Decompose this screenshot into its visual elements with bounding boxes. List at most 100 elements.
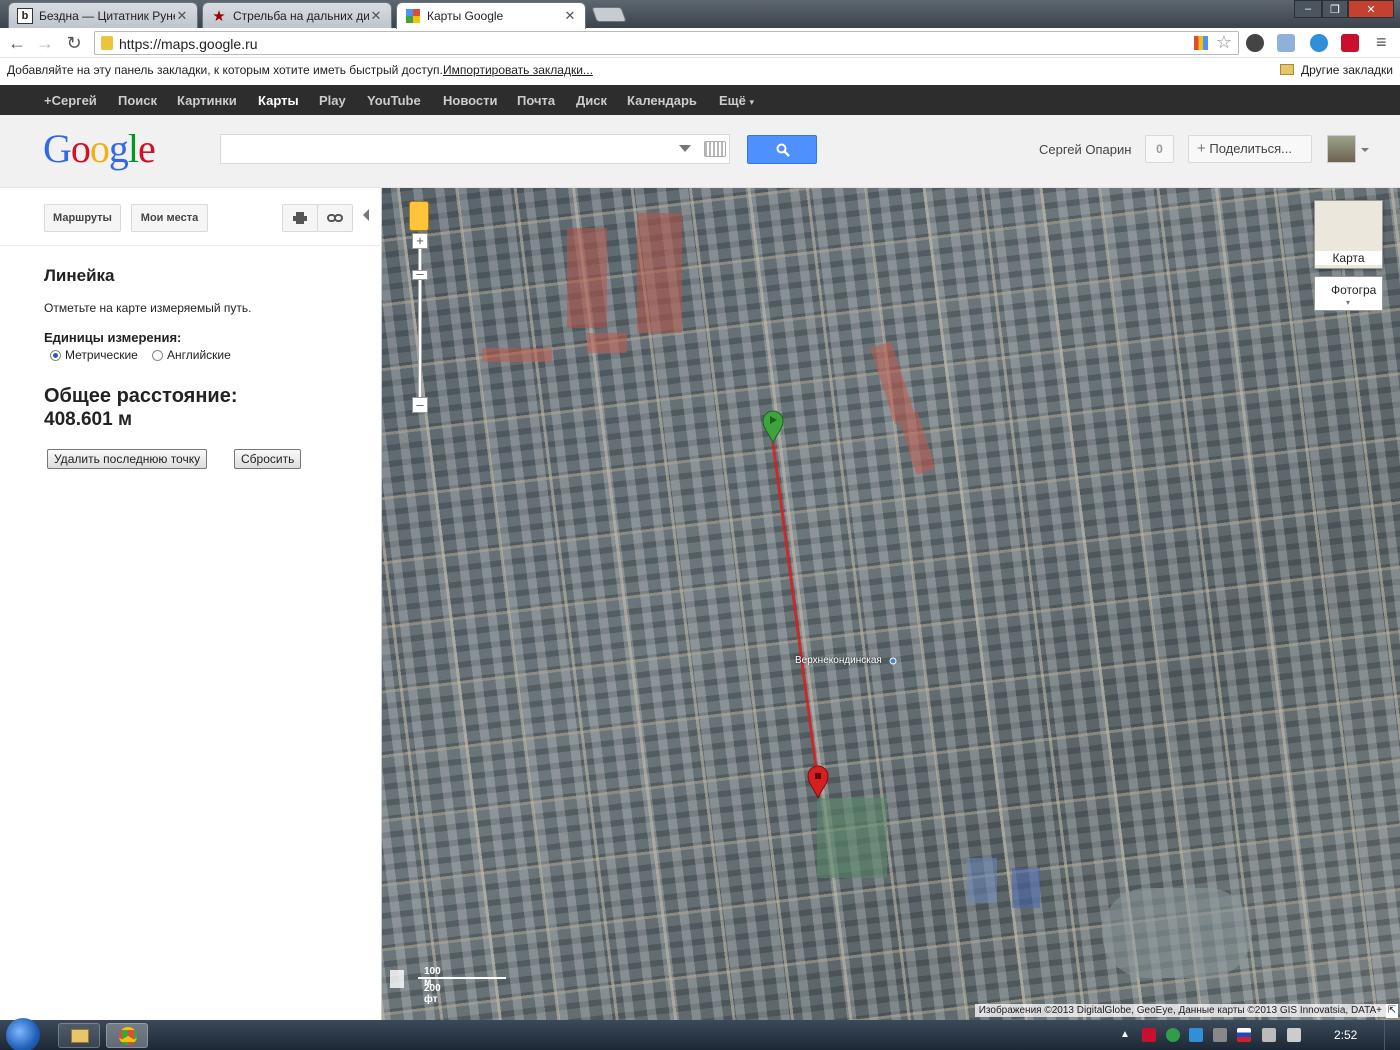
tray-network-icon[interactable]: [1213, 1028, 1227, 1042]
map-canvas[interactable]: + – – Карта Фотогра ▾ Верхнекондинская 10…: [382, 188, 1400, 1020]
history-extension-icon[interactable]: [1246, 34, 1264, 52]
scale-line-icon: [418, 977, 506, 979]
chevron-down-icon[interactable]: [1361, 148, 1369, 152]
calendar-extension-icon[interactable]: [1277, 34, 1295, 52]
address-bar[interactable]: https://maps.google.ru ☆: [94, 31, 1239, 55]
google-logo-small-icon: [390, 970, 404, 988]
import-bookmarks-link[interactable]: Импортировать закладки...: [443, 63, 593, 77]
window-close-icon[interactable]: ✕: [1348, 0, 1394, 18]
forward-icon[interactable]: →: [34, 32, 56, 54]
radio-unselected-icon: [152, 349, 163, 361]
reload-icon[interactable]: ↻: [63, 32, 85, 54]
map-type-map[interactable]: Карта: [1314, 200, 1383, 269]
routes-button[interactable]: Маршруты: [44, 204, 121, 232]
print-button[interactable]: [282, 204, 318, 232]
keyboard-icon[interactable]: [704, 141, 726, 157]
share-button[interactable]: + Поделиться...: [1188, 135, 1312, 163]
unit-metric-label: Метрические: [65, 348, 138, 362]
tab-bezdna[interactable]: b Бездна — Цитатник Руне ✕: [8, 2, 198, 28]
gbar-item-maps[interactable]: Карты: [258, 93, 299, 108]
start-marker-icon[interactable]: [762, 410, 784, 445]
close-tab-icon[interactable]: ✕: [369, 8, 383, 24]
search-input[interactable]: [220, 134, 730, 164]
unit-english-radio[interactable]: Английские: [152, 348, 231, 362]
gbar-item-plus[interactable]: +Сергей: [44, 93, 97, 108]
windows-taskbar: ▲ 2:52: [0, 1018, 1400, 1050]
gear-extension-icon[interactable]: [1310, 34, 1328, 52]
lastpass-extension-icon[interactable]: [1341, 34, 1359, 52]
pegman-icon[interactable]: [409, 201, 429, 231]
chrome-icon: [119, 1027, 137, 1045]
avatar[interactable]: [1327, 135, 1356, 163]
explorer-taskbar-button[interactable]: [58, 1023, 100, 1048]
unit-metric-radio[interactable]: Метрические: [50, 348, 138, 362]
chrome-taskbar-button[interactable]: [106, 1023, 148, 1048]
zoom-slider-handle[interactable]: –: [412, 267, 428, 280]
tray-lastpass-icon[interactable]: [1142, 1028, 1156, 1042]
google-logo[interactable]: Google: [43, 125, 156, 172]
gbar-item-search[interactable]: Поиск: [118, 93, 157, 108]
tray-whatsapp-icon[interactable]: [1166, 1028, 1180, 1042]
map-attribution: Изображения ©2013 DigitalGlobe, GeoEye, …: [974, 1004, 1386, 1017]
tray-expand-icon[interactable]: ▲: [1120, 1029, 1130, 1040]
page-info-icon[interactable]: [101, 36, 113, 50]
place-label[interactable]: Верхнекондинская: [795, 655, 882, 666]
tab-title: Бездна — Цитатник Руне: [39, 8, 175, 23]
tab-shooting[interactable]: ★ Стрельба на дальних дис ✕: [202, 2, 392, 28]
search-dropdown-icon[interactable]: [679, 145, 691, 152]
bookmark-star-icon[interactable]: ☆: [1216, 32, 1232, 53]
folder-icon: [71, 1029, 89, 1043]
new-tab-button[interactable]: [591, 7, 627, 22]
link-icon: [327, 214, 343, 222]
menu-wrench-icon[interactable]: ≡: [1376, 32, 1387, 53]
collapse-panel-icon[interactable]: [363, 209, 369, 221]
gbar-item-images[interactable]: Картинки: [177, 93, 237, 108]
gbar-item-mail[interactable]: Почта: [517, 93, 555, 108]
back-icon[interactable]: ←: [6, 32, 28, 54]
star-favicon-icon: ★: [212, 7, 226, 25]
chevron-down-icon: ▾: [1346, 298, 1351, 307]
search-icon: [776, 143, 790, 157]
gbar-item-calendar[interactable]: Календарь: [627, 93, 697, 108]
tray-volume-icon[interactable]: [1287, 1028, 1301, 1042]
my-places-button[interactable]: Мои места: [131, 204, 208, 232]
tab-google-maps[interactable]: Карты Google ✕: [396, 2, 586, 29]
delete-last-point-button[interactable]: Удалить последнюю точку: [47, 449, 208, 469]
start-button[interactable]: [6, 1018, 40, 1050]
gbar-item-youtube[interactable]: YouTube: [367, 93, 421, 108]
end-marker-icon[interactable]: [807, 765, 829, 800]
close-tab-icon[interactable]: ✕: [563, 8, 577, 24]
url-text: https://maps.google.ru: [119, 36, 258, 52]
total-distance-label: Общее расстояние:: [44, 385, 238, 407]
other-bookmarks[interactable]: Другие закладки: [1301, 63, 1393, 77]
units-label: Единицы измерения:: [44, 330, 182, 345]
tab-title: Карты Google: [427, 9, 504, 23]
browser-toolbar: ← → ↻ https://maps.google.ru ☆ ≡: [0, 28, 1400, 58]
zoom-out-button[interactable]: –: [412, 397, 428, 413]
bookmark-bar: Добавляйте на эту панель закладки, к кот…: [0, 58, 1400, 84]
maximize-icon[interactable]: ❐: [1322, 0, 1348, 18]
user-name[interactable]: Сергей Опарин: [1039, 142, 1131, 157]
map-type-photo[interactable]: Фотогра ▾: [1314, 276, 1383, 311]
zoom-in-button[interactable]: +: [412, 233, 428, 249]
tray-skype-icon[interactable]: [1189, 1028, 1203, 1042]
reset-button[interactable]: Сбросить: [234, 449, 302, 469]
gbar-item-news[interactable]: Новости: [443, 93, 498, 108]
notifications-count[interactable]: 0: [1145, 135, 1174, 163]
expand-icon[interactable]: ⇱: [1386, 1004, 1398, 1018]
gbar-item-drive[interactable]: Диск: [576, 93, 607, 108]
search-button[interactable]: [747, 135, 817, 164]
clock[interactable]: 2:52: [1334, 1028, 1357, 1042]
print-icon: [293, 212, 307, 224]
gbar-item-more[interactable]: Ещё ▾: [719, 93, 754, 108]
minimize-icon[interactable]: –: [1294, 0, 1322, 18]
close-tab-icon[interactable]: ✕: [175, 8, 189, 24]
link-button[interactable]: [317, 204, 353, 232]
place-dot-icon[interactable]: [889, 657, 897, 665]
gbar-item-play[interactable]: Play: [319, 93, 346, 108]
tray-language-icon[interactable]: [1237, 1028, 1251, 1042]
tray-display-icon[interactable]: [1262, 1028, 1276, 1042]
share-label: Поделиться...: [1209, 141, 1293, 156]
show-desktop-button[interactable]: [1384, 1020, 1400, 1050]
translate-icon[interactable]: [1194, 36, 1208, 50]
